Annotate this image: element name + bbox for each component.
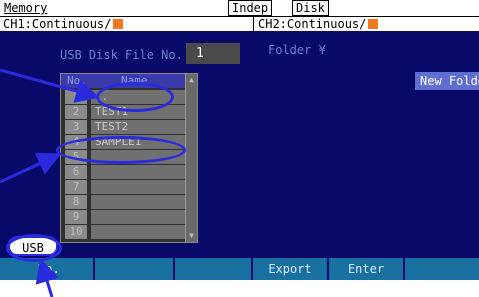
callout-arrow-1 [0,68,100,103]
callout-arrow-2 [0,152,62,184]
callout-arrows [0,68,100,297]
callout-arrow-3 [35,258,59,297]
